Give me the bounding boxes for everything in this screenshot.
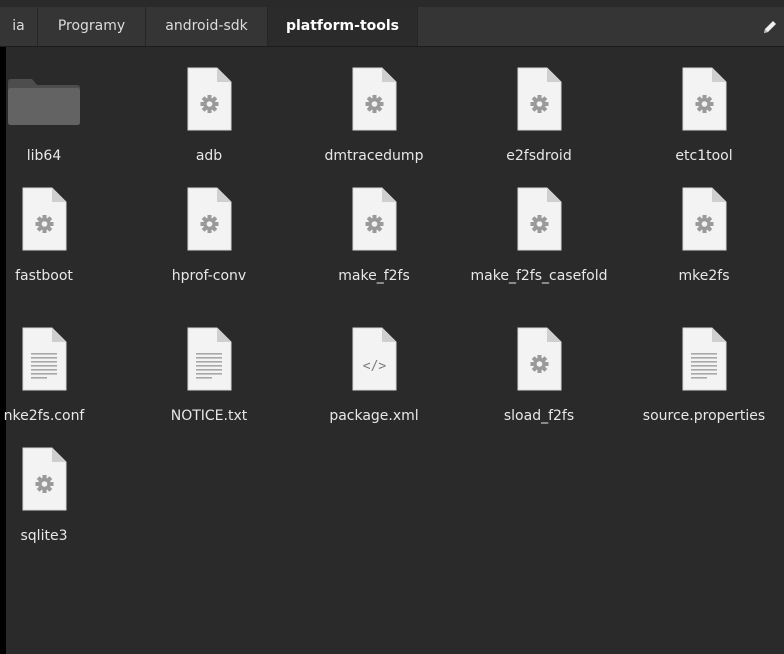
- file-icon-wrap: [134, 185, 284, 255]
- file-icon-wrap: [464, 65, 614, 135]
- file-icon-wrap: </>: [299, 325, 449, 395]
- text-file-icon: [22, 327, 67, 391]
- executable-icon: [22, 447, 67, 511]
- file-name-label: NOTICE.txt: [170, 408, 248, 424]
- file-grid: lib64 adb dmtracedump e2fsdroid etc1tool fast…: [4, 47, 784, 654]
- executable-icon: [682, 187, 727, 251]
- code-file-icon: </>: [352, 327, 397, 391]
- file-name-label: sqlite3: [20, 528, 68, 544]
- file-name-label: hprof-conv: [171, 268, 247, 284]
- executable-icon: [187, 187, 232, 251]
- executable-icon: [517, 187, 562, 251]
- file-icon-wrap: [134, 325, 284, 395]
- breadcrumb-label: ia: [12, 18, 25, 34]
- breadcrumb-programy[interactable]: Programy: [38, 7, 146, 46]
- file-name-label: dmtracedump: [324, 148, 424, 164]
- file-icon-wrap: [0, 445, 119, 515]
- file-name-label: source.properties: [642, 408, 766, 424]
- file-icon-wrap: [299, 65, 449, 135]
- breadcrumb-android-sdk[interactable]: android-sdk: [146, 7, 268, 46]
- breadcrumb-label: android-sdk: [165, 18, 248, 34]
- pencil-icon: [764, 20, 776, 33]
- executable-icon: [352, 187, 397, 251]
- file-icon-wrap: [629, 185, 779, 255]
- edit-location-button[interactable]: [756, 7, 784, 46]
- file-icon-wrap: [629, 325, 779, 395]
- file-name-label: make_f2fs: [338, 268, 410, 284]
- file-name-label: e2fsdroid: [506, 148, 572, 164]
- svg-text:</>: </>: [363, 359, 387, 374]
- file-icon-wrap: [299, 185, 449, 255]
- file-icon-wrap: [464, 185, 614, 255]
- folder-icon: [8, 79, 80, 125]
- file-icon-wrap: [464, 325, 614, 395]
- file-icon-wrap: [629, 65, 779, 135]
- file-name-label: sload_f2fs: [503, 408, 575, 424]
- file-name-label: package.xml: [329, 408, 419, 424]
- window-top-edge: [0, 0, 784, 7]
- executable-icon: [517, 327, 562, 391]
- file-name-label: nke2fs.conf: [3, 408, 85, 424]
- executable-icon: [352, 67, 397, 131]
- file-name-label: fastboot: [15, 268, 73, 284]
- file-name-label: adb: [195, 148, 223, 164]
- file-icon-wrap: [0, 185, 119, 255]
- file-name-label: mke2fs: [678, 268, 730, 284]
- file-icon-wrap: [0, 325, 119, 395]
- path-bar: ia Programy android-sdk platform-tools: [0, 7, 784, 47]
- file-name-label: etc1tool: [675, 148, 733, 164]
- breadcrumb-ia[interactable]: ia: [0, 7, 38, 46]
- breadcrumb-platform-tools[interactable]: platform-tools: [268, 7, 418, 46]
- text-file-icon: [187, 327, 232, 391]
- file-icon-wrap: [0, 65, 119, 135]
- executable-icon: [682, 67, 727, 131]
- breadcrumb-label: Programy: [57, 18, 126, 34]
- text-file-icon: [682, 327, 727, 391]
- executable-icon: [187, 67, 232, 131]
- executable-icon: [517, 67, 562, 131]
- file-name-label: lib64: [26, 148, 62, 164]
- file-name-label: make_f2fs_casefold: [470, 268, 608, 284]
- executable-icon: [22, 187, 67, 251]
- file-icon-wrap: [134, 65, 284, 135]
- breadcrumb-label: platform-tools: [285, 18, 400, 34]
